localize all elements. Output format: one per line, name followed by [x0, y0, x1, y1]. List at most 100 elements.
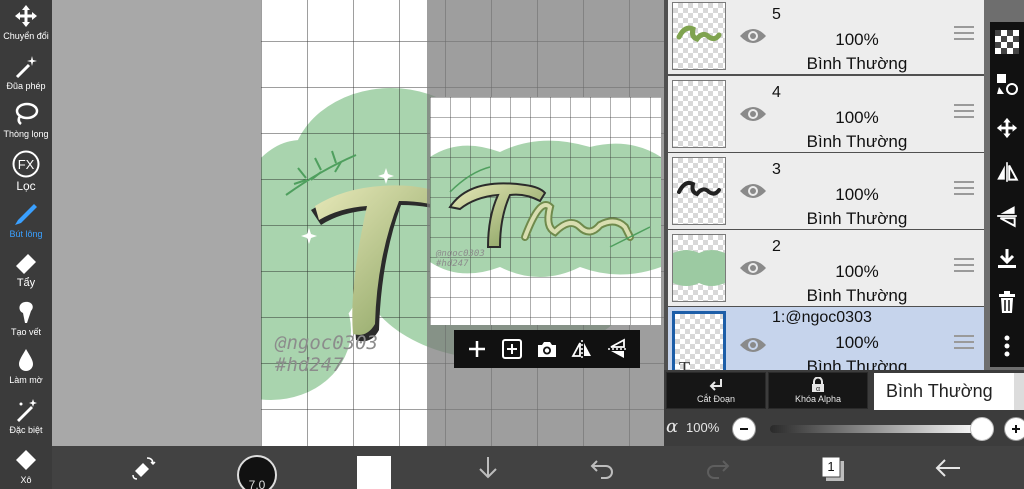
layers-button[interactable]: 1 — [814, 446, 850, 489]
reference-toolbar — [454, 330, 640, 368]
tool-blur[interactable]: Làm mờ — [0, 346, 52, 392]
layer-thumbnail: T — [672, 311, 726, 370]
tool-smudge[interactable]: Tạo vết — [0, 298, 52, 344]
color-swatch — [357, 455, 391, 489]
layer-row-4[interactable]: 4 100% Bình Thường — [668, 76, 984, 152]
add-image-icon[interactable] — [499, 336, 525, 362]
lasso-icon — [12, 100, 40, 128]
layer-row-1[interactable]: T 1:@ngoc0303 100% Bình Thường — [668, 307, 984, 370]
tool-lasso[interactable]: Thòng lọng — [0, 100, 52, 146]
clipping-label: Cắt Đoạn — [696, 393, 736, 404]
camera-icon[interactable] — [534, 336, 560, 362]
blend-mode-arrow-icon[interactable] — [1014, 373, 1024, 410]
drag-handle-icon[interactable] — [954, 181, 974, 197]
smudge-icon — [12, 298, 40, 326]
tool-brush[interactable]: Bút lông — [0, 200, 52, 246]
layer-name: 2 — [772, 238, 781, 255]
eraser-icon — [12, 248, 40, 276]
swap-eraser-icon[interactable] — [124, 446, 164, 489]
drag-handle-icon[interactable] — [954, 26, 974, 42]
plus-icon[interactable] — [464, 336, 490, 362]
layer-shapes-icon[interactable] — [993, 70, 1021, 98]
opacity-decrease-button[interactable] — [732, 417, 756, 441]
undo-icon[interactable] — [584, 446, 620, 489]
clipping-button[interactable]: Cắt Đoạn — [666, 372, 766, 409]
tool-label: Thòng lọng — [3, 129, 49, 139]
layer-blend-mode: Bình Thường — [806, 286, 908, 305]
eye-visibility-icon[interactable] — [738, 254, 768, 282]
layer-blend-mode: Bình Thường — [806, 209, 908, 228]
reference-watermark-handle: @ngoc0303 — [436, 249, 485, 259]
opacity-slider-thumb[interactable] — [970, 417, 994, 441]
layer-thumbnail — [672, 234, 726, 302]
tool-label: Chuyển đổi — [3, 31, 49, 41]
alpha-lock-label: Khóa Alpha — [794, 394, 842, 404]
brush-size-indicator: 7.0 — [237, 454, 277, 489]
layer-opacity: 100% — [835, 262, 879, 281]
layer-thumbnail — [672, 80, 726, 148]
svg-text:T: T — [679, 358, 690, 370]
layers-stack-icon: 1 — [820, 455, 844, 481]
move-layer-icon[interactable] — [993, 114, 1021, 142]
download-arrow-icon[interactable] — [470, 446, 506, 489]
tool-transform[interactable]: Chuyển đổi — [0, 2, 52, 48]
canvas-area[interactable]: @ngoc0303 #hd247 @ngoc0303 #hd247 — [52, 0, 664, 446]
flip-horizontal-icon[interactable] — [569, 336, 595, 362]
layer-opacity: 100% — [835, 185, 879, 204]
plus-icon — [1012, 425, 1020, 433]
eye-visibility-icon[interactable] — [738, 22, 768, 50]
lock-icon: α — [812, 377, 824, 392]
tool-label: Tạo vết — [10, 327, 41, 337]
brush-size-value: 7.0 — [248, 477, 266, 489]
tool-label: Tẩy — [16, 277, 36, 289]
tool-label: Lọc — [16, 179, 36, 193]
reference-artwork — [430, 97, 661, 325]
flip-vertical-icon[interactable] — [604, 336, 630, 362]
color-swatch-button[interactable] — [354, 446, 394, 489]
tool-magic-wand[interactable]: Đũa phép — [0, 52, 52, 98]
tool-label: Bút lông — [9, 229, 43, 239]
opacity-increase-button[interactable] — [1004, 417, 1024, 441]
back-arrow-icon[interactable] — [930, 446, 966, 489]
reference-image[interactable]: @ngoc0303 #hd247 — [430, 97, 661, 325]
right-toolbar — [990, 22, 1024, 367]
paint-app: Chuyển đổi Đũa phép Thòng lọng FX Lọc Bú… — [0, 0, 1024, 489]
layer-name: 1:@ngoc0303 — [772, 309, 872, 326]
drag-handle-icon[interactable] — [954, 104, 974, 120]
more-options-icon[interactable] — [993, 332, 1021, 360]
tool-label: Đặc biệt — [9, 425, 43, 435]
drag-handle-icon[interactable] — [954, 335, 974, 351]
redo-icon[interactable] — [700, 446, 736, 489]
drag-handle-icon[interactable] — [954, 258, 974, 274]
layer-name: 5 — [772, 6, 781, 23]
eye-visibility-icon[interactable] — [738, 331, 768, 359]
blur-drop-icon — [12, 346, 40, 374]
eye-visibility-icon[interactable] — [738, 177, 768, 205]
merge-down-icon[interactable] — [993, 244, 1021, 272]
transparency-checker-icon[interactable] — [993, 28, 1021, 56]
layer-thumbnail — [672, 2, 726, 70]
flip-layer-vertical-icon[interactable] — [993, 202, 1021, 230]
blend-mode-select[interactable]: Bình Thường — [874, 373, 1014, 410]
layer-row-3[interactable]: 3 100% Bình Thường — [668, 153, 984, 229]
layer-name: 4 — [772, 84, 781, 101]
reference-watermark-hashtag: #hd247 — [436, 259, 469, 269]
flip-layer-horizontal-icon[interactable] — [993, 158, 1021, 186]
tool-bucket[interactable]: Xô — [0, 446, 52, 489]
move-arrows-icon — [12, 2, 40, 30]
layer-row-5[interactable]: 5 100% Bình Thường — [668, 0, 984, 74]
special-brush-icon — [12, 396, 40, 424]
tool-special[interactable]: Đặc biệt — [0, 396, 52, 442]
svg-text:FX: FX — [18, 157, 35, 172]
layer-row-2[interactable]: 2 100% Bình Thường — [668, 230, 984, 306]
left-toolbar: Chuyển đổi Đũa phép Thòng lọng FX Lọc Bú… — [0, 0, 52, 489]
tool-filter[interactable]: FX Lọc — [0, 150, 52, 196]
brush-size-button[interactable]: 7.0 — [234, 446, 280, 489]
trash-icon[interactable] — [993, 288, 1021, 316]
eye-visibility-icon[interactable] — [738, 100, 768, 128]
alpha-lock-button[interactable]: α Khóa Alpha — [768, 372, 868, 409]
tool-eraser[interactable]: Tẩy — [0, 248, 52, 294]
alpha-symbol: α — [666, 416, 679, 437]
svg-text:α: α — [816, 386, 820, 392]
opacity-slider[interactable] — [770, 425, 982, 433]
